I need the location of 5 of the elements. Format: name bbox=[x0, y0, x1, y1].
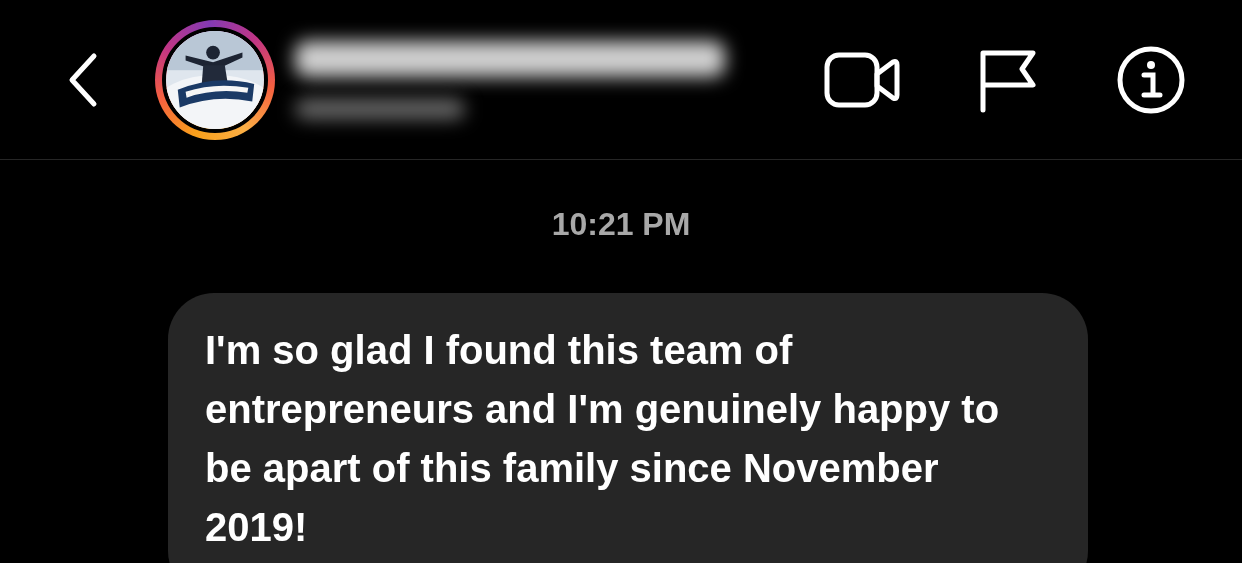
timestamp: 10:21 PM bbox=[551, 206, 691, 243]
back-icon[interactable] bbox=[68, 51, 98, 108]
info-icon[interactable] bbox=[1116, 44, 1186, 115]
video-call-icon[interactable] bbox=[824, 51, 900, 108]
message-bubble: I'm so glad I found this team of entrepreneurs and I'm genuinely happy to be apart of this family since November 2019! bbox=[168, 293, 1088, 563]
